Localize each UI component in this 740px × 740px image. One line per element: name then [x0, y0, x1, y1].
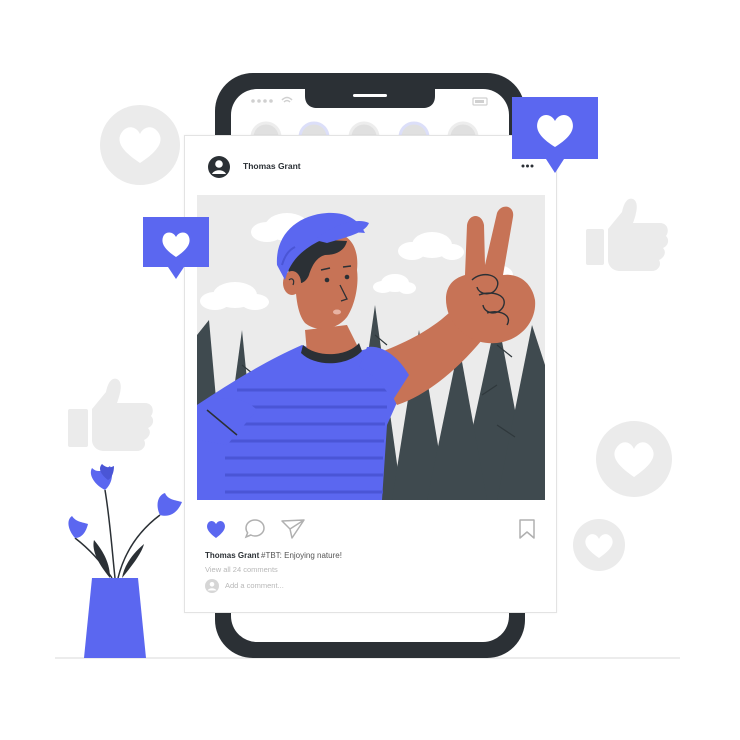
flowers: [68, 464, 182, 538]
post-username[interactable]: Thomas Grant: [243, 161, 301, 171]
flower-pot: [84, 578, 146, 658]
share-button[interactable]: [281, 518, 305, 540]
comment-button[interactable]: [244, 518, 266, 540]
plant-decoration: [68, 464, 182, 658]
speech-bubble-icon: [244, 519, 265, 539]
like-button[interactable]: [205, 518, 227, 540]
speaker-slot: [353, 94, 387, 97]
caption-username[interactable]: Thomas Grant: [205, 551, 259, 560]
like-notification-bubble: [512, 97, 598, 173]
paper-plane-icon: [281, 519, 305, 539]
save-button[interactable]: [518, 518, 536, 540]
add-comment-input[interactable]: Add a comment...: [225, 581, 284, 590]
bookmark-icon: [519, 519, 535, 539]
like-notification-bubble: [143, 217, 209, 279]
caption-text: #TBT: Enjoying nature!: [261, 551, 342, 560]
commenter-avatar: [205, 579, 219, 593]
heart-filled-icon: [207, 521, 225, 538]
avatar[interactable]: [208, 156, 230, 178]
post-photo[interactable]: [197, 195, 545, 500]
view-comments-link[interactable]: View all 24 comments: [205, 565, 278, 574]
